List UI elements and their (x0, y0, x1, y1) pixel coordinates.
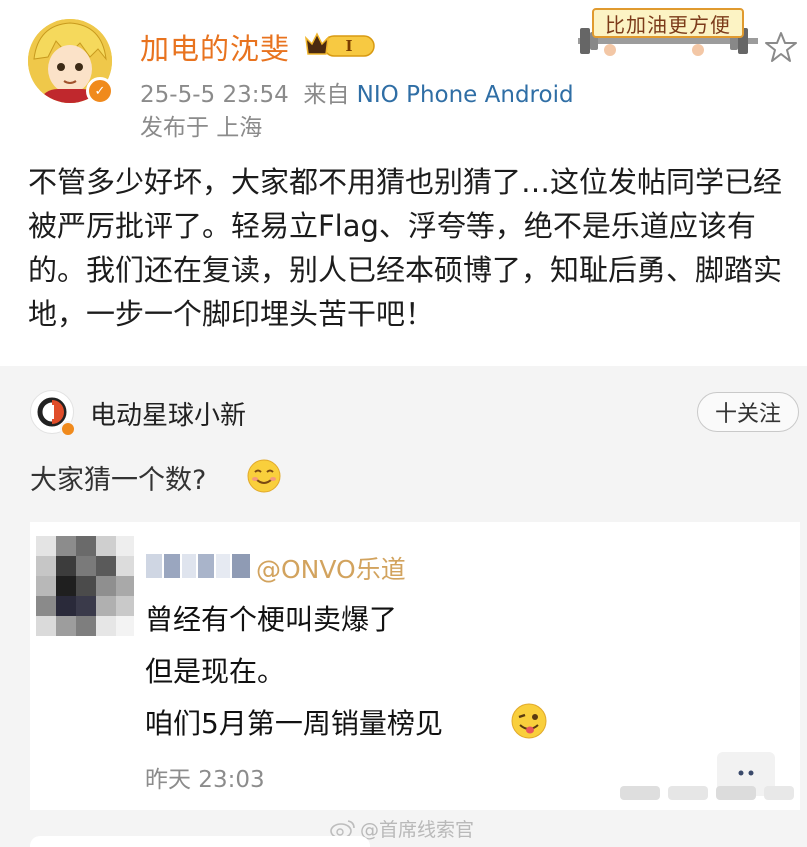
blurred-footer-icons (620, 786, 794, 800)
follow-button[interactable]: 十关注 (697, 392, 799, 432)
author-name[interactable]: 加电的沈斐 (140, 26, 290, 68)
blurred-username (146, 554, 250, 578)
wink-tongue-emoji-icon (511, 703, 547, 739)
watermark-text: @首席线索官 (360, 819, 475, 841)
repost-verified-icon (60, 421, 76, 437)
repost-author-name[interactable]: 电动星球小新 (90, 395, 246, 432)
promo-label[interactable]: 比加油更方便 (592, 8, 744, 38)
screenshot-time: 昨天 23:03 (145, 767, 265, 793)
verified-badge-icon: ✓ (86, 77, 114, 105)
smile-emoji-icon (247, 459, 281, 493)
membership-crown-icon[interactable]: I (302, 30, 378, 60)
source-prefix: 来自 (303, 82, 350, 108)
repost-text: 大家猜一个数? (30, 465, 207, 496)
screenshot-line: 咱们5月第一周销量榜见 (145, 707, 443, 740)
favorite-star-icon[interactable] (764, 30, 798, 64)
mention-text: @ONVO乐道 (256, 555, 406, 584)
post-meta: 25-5-5 23:54 来自 NIO Phone Android (140, 75, 574, 109)
level-badge: I (345, 37, 352, 55)
post-text: 不管多少好坏，大家都不用猜也别猜了…这位发帖同学已经被严厉批评了。轻易立Flag… (28, 165, 783, 331)
screenshot-line: 曾经有个梗叫卖爆了 (145, 603, 398, 636)
source-device-link[interactable]: NIO Phone Android (357, 82, 574, 108)
post-location: 发布于 上海 (140, 115, 263, 141)
next-item-card (30, 836, 370, 847)
post-timestamp: 25-5-5 23:54 (140, 82, 289, 108)
pixelated-avatar (36, 536, 134, 636)
screenshot-line: 但是现在。 (145, 655, 286, 688)
